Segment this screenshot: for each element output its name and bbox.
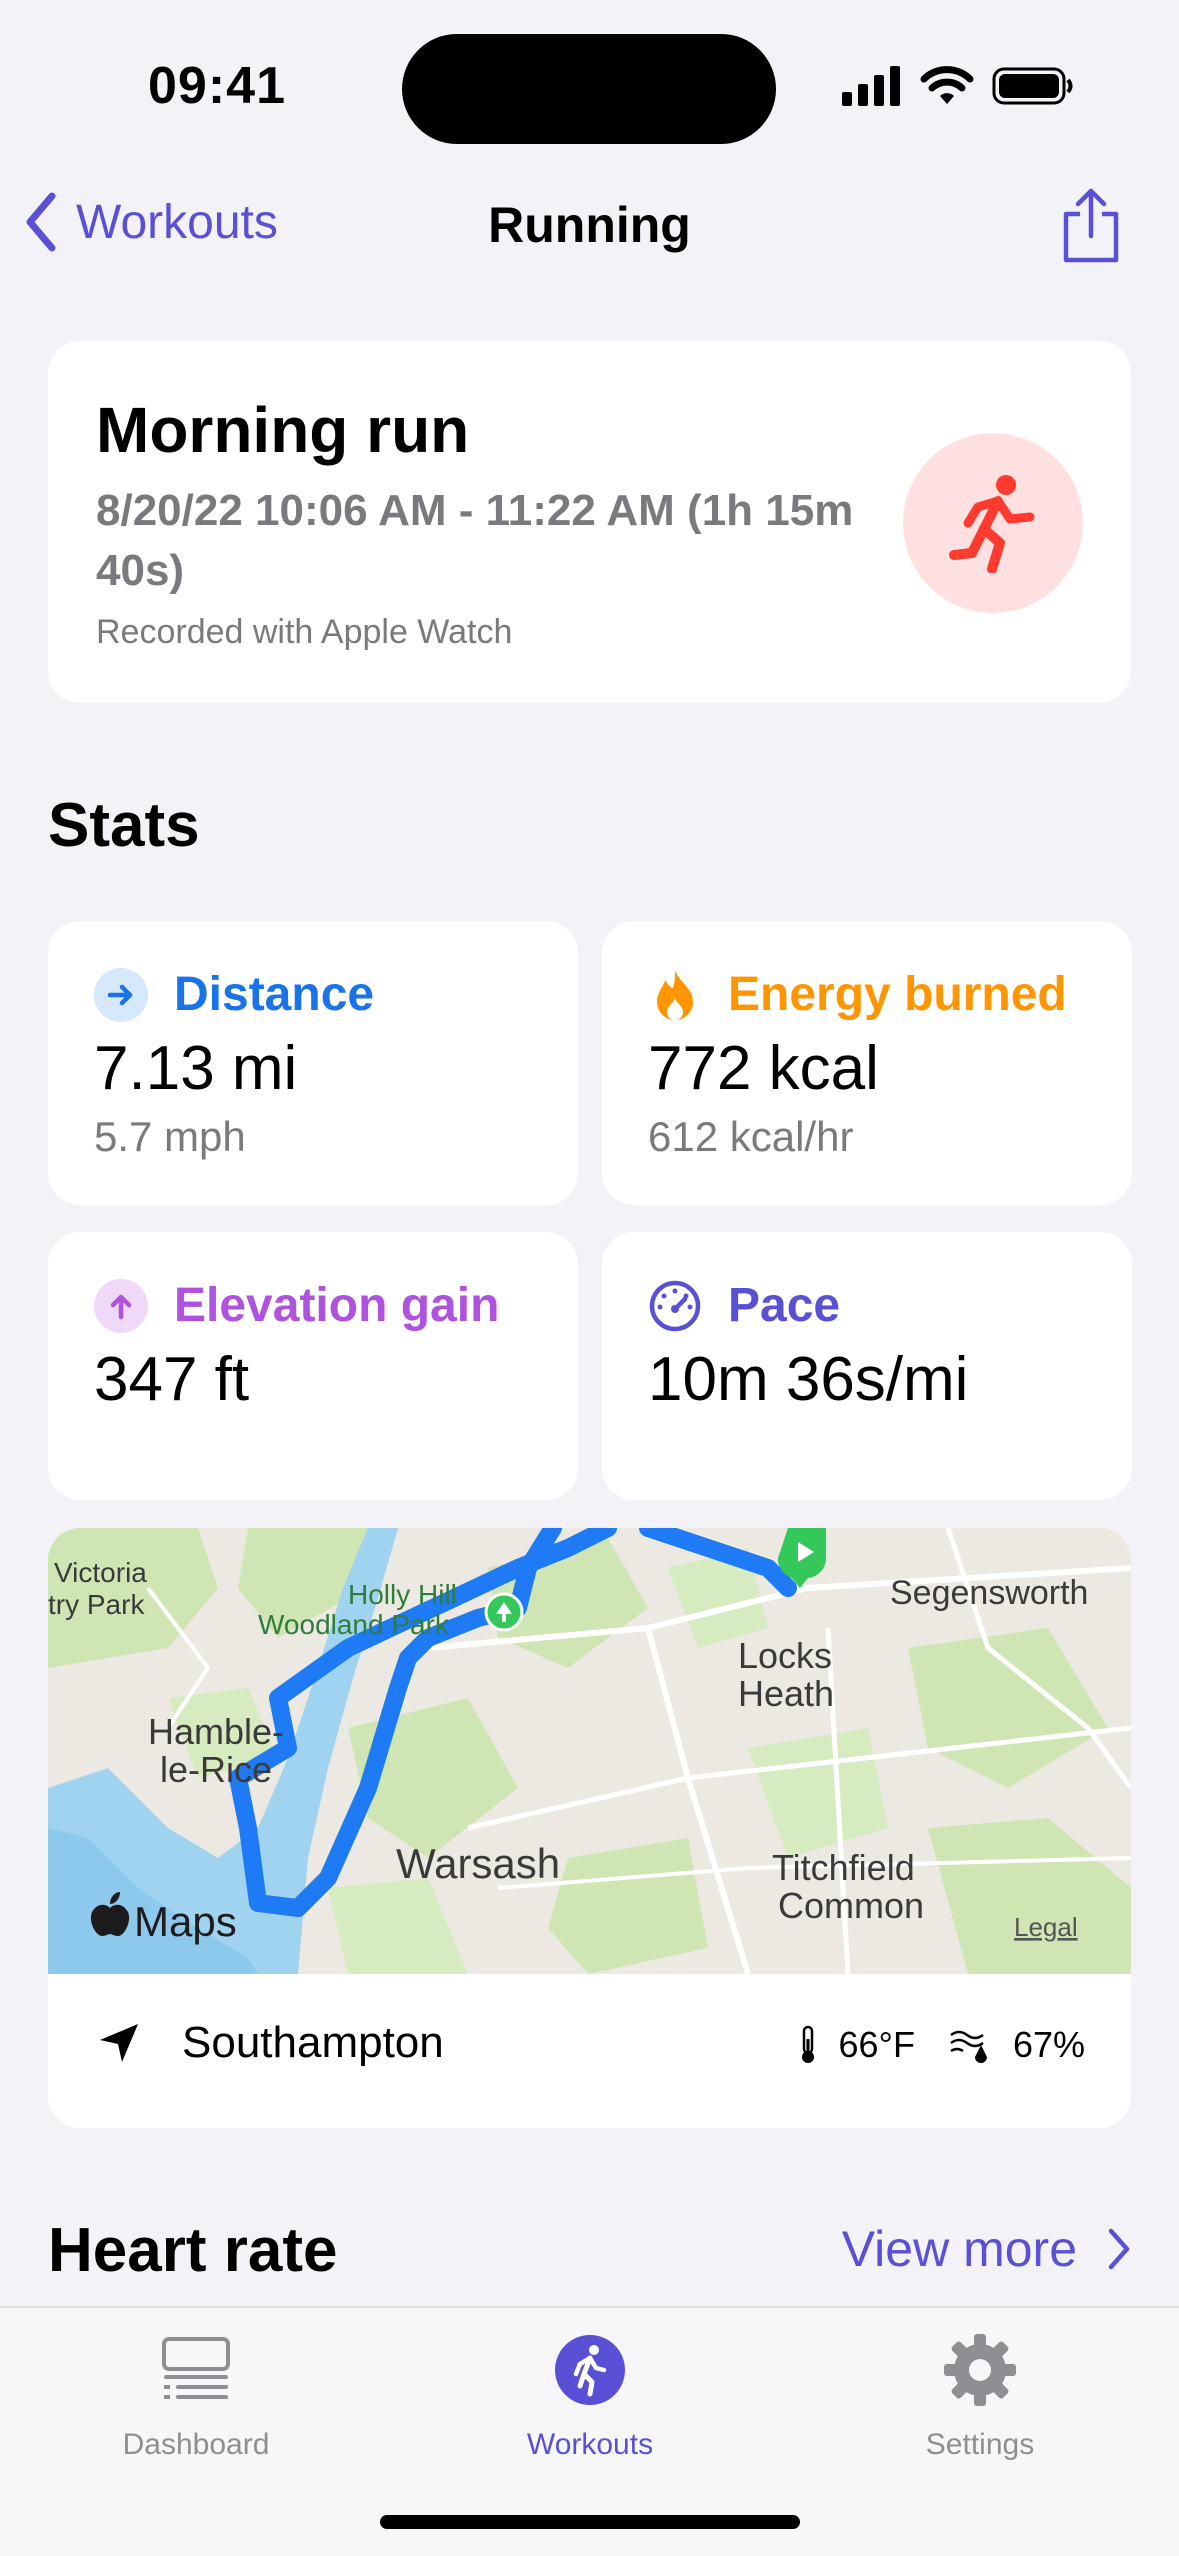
cellular-signal-icon <box>842 66 900 106</box>
map-label-le-rice: le-Rice <box>160 1749 272 1790</box>
distance-stat-card: Distance 7.13 mi 5.7 mph <box>48 921 578 1205</box>
map-label-titchfield: Titchfield <box>772 1847 915 1888</box>
tab-settings[interactable]: Settings <box>830 2330 1130 2462</box>
flame-icon <box>648 968 702 1022</box>
map-label-country-park: try Park <box>48 1589 145 1620</box>
distance-label: Distance <box>174 968 375 1021</box>
humidity-icon <box>950 2030 987 2063</box>
workout-type-badge <box>903 433 1083 613</box>
tab-workouts[interactable]: Workouts <box>440 2330 740 2462</box>
view-more-button[interactable]: View more <box>842 2220 1131 2278</box>
thermometer-icon <box>801 2025 814 2063</box>
heart-rate-title: Heart rate <box>48 2216 338 2285</box>
chevron-right-icon <box>1108 2228 1130 2270</box>
share-button[interactable] <box>1060 188 1122 264</box>
status-bar: 09:41 <box>0 0 1179 170</box>
weather-row: 66°F 67% <box>797 2024 1085 2066</box>
map-label-woodland-park: Woodland Park <box>258 1609 450 1640</box>
share-icon <box>1063 188 1119 263</box>
pace-stat-card: Pace 10m 36s/mi <box>602 1232 1132 1500</box>
location-arrow-icon <box>100 2024 138 2062</box>
map-label-victoria: Victoria <box>54 1557 147 1588</box>
svg-text:Maps: Maps <box>134 1898 237 1945</box>
elevation-value: 347 ft <box>94 1345 250 1414</box>
workout-dates: 8/20/22 10:06 AM - 11:22 AM (1h 15m 40s) <box>96 486 854 595</box>
route-map-card: Victoria try Park Holly Hill Woodland Pa… <box>48 1528 1131 2128</box>
tab-dashboard-label: Dashboard <box>122 2428 270 2461</box>
location-name: Southampton <box>182 2018 444 2067</box>
elevation-stat-card: Elevation gain 347 ft <box>48 1232 578 1500</box>
status-icons <box>842 64 1074 108</box>
map-label-common: Common <box>778 1885 924 1926</box>
arrow-right-icon <box>94 967 148 1022</box>
gear-icon <box>944 2334 1016 2406</box>
view-more-label: View more <box>841 2221 1077 2277</box>
speedometer-icon <box>648 1279 702 1333</box>
home-indicator[interactable] <box>380 2515 800 2529</box>
battery-icon <box>992 67 1073 105</box>
temperature-value: 66°F <box>838 2024 915 2065</box>
status-time: 09:41 <box>148 57 286 115</box>
humidity-value: 67% <box>1012 2024 1085 2065</box>
distance-value: 7.13 mi <box>94 1034 298 1103</box>
route-map[interactable]: Victoria try Park Holly Hill Woodland Pa… <box>48 1528 1131 1974</box>
map-footer: Southampton 66°F 67% <box>48 1974 1131 2128</box>
tab-settings-label: Settings <box>925 2428 1035 2461</box>
dashboard-icon <box>162 2337 230 2399</box>
energy-stat-card: Energy burned 772 kcal 612 kcal/hr <box>602 921 1132 1205</box>
distance-speed: 5.7 mph <box>94 1113 246 1160</box>
energy-rate: 612 kcal/hr <box>648 1113 854 1160</box>
map-label-heath: Heath <box>738 1673 834 1714</box>
recorded-with: Recorded with Apple Watch <box>96 613 513 651</box>
tab-workouts-label: Workouts <box>526 2428 654 2461</box>
map-label-holly-hill: Holly Hill <box>348 1579 457 1610</box>
arrow-up-icon <box>94 1278 148 1333</box>
park-pin-icon <box>484 1592 524 1632</box>
stats-section-title: Stats <box>48 791 200 860</box>
running-figure-icon <box>949 475 1035 573</box>
dynamic-island <box>402 34 776 144</box>
elevation-label: Elevation gain <box>174 1279 500 1332</box>
wifi-icon <box>920 66 974 104</box>
workouts-icon <box>555 2335 625 2405</box>
energy-label: Energy burned <box>728 968 1067 1021</box>
location-row: Southampton <box>96 2018 444 2068</box>
navigation-bar: Workouts Running <box>0 180 1179 270</box>
map-label-hamble: Hamble- <box>148 1711 284 1752</box>
workout-title: Morning run <box>96 394 470 466</box>
workout-summary-card: Morning run 8/20/22 10:06 AM - 11:22 AM … <box>48 341 1131 703</box>
page-title: Running <box>488 197 691 253</box>
map-label-locks: Locks <box>738 1635 832 1676</box>
pace-label: Pace <box>728 1279 841 1332</box>
map-legal-link: Legal <box>1014 1912 1078 1942</box>
map-label-warsash: Warsash <box>396 1840 560 1887</box>
tab-dashboard[interactable]: Dashboard <box>46 2330 346 2462</box>
pace-value: 10m 36s/mi <box>648 1345 969 1414</box>
energy-value: 772 kcal <box>648 1034 879 1103</box>
map-label-segensworth: Segensworth <box>890 1574 1088 1612</box>
